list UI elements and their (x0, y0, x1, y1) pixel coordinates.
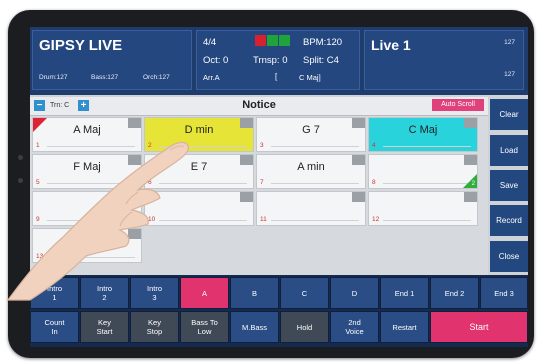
pointing-hand-icon (6, 141, 189, 301)
